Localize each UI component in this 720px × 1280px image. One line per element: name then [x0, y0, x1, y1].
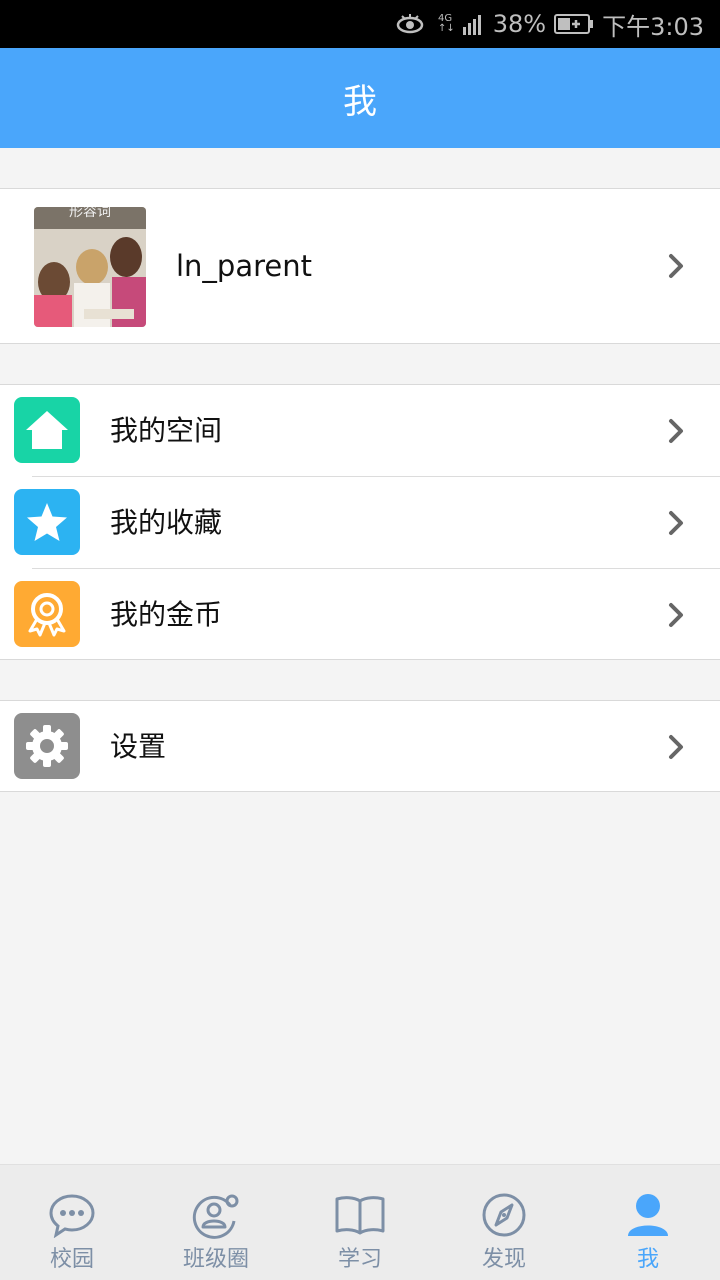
nav-item-study[interactable]: 学习: [288, 1165, 432, 1280]
house-icon: [14, 397, 80, 463]
eye-icon: [396, 13, 424, 35]
bottom-nav: 校园 班级圈 学习 发现 我: [0, 1164, 720, 1280]
clock: 下午3:03: [602, 12, 704, 41]
chat-bubble-icon: [46, 1191, 98, 1239]
username: ln_parent: [176, 249, 312, 283]
avatar-caption: 形容词: [69, 207, 111, 220]
status-bar: 4G ↑↓ 38% 下午3:03: [0, 0, 720, 48]
nav-label: 校园: [49, 1247, 94, 1272]
settings-label: 设置: [110, 730, 167, 763]
my-space-label: 我的空间: [110, 414, 223, 447]
settings-row[interactable]: 设置: [0, 701, 720, 793]
profile-row[interactable]: 形容词 ln_parent: [0, 188, 720, 344]
app-header: 我: [0, 48, 720, 148]
book-icon: [334, 1191, 386, 1239]
chevron-right-icon: [669, 511, 683, 535]
my-coins-label: 我的金币: [110, 598, 223, 631]
battery-percent: 38%: [492, 10, 547, 38]
my-favorites-label: 我的收藏: [110, 506, 223, 539]
nav-item-discover[interactable]: 发现: [432, 1165, 576, 1280]
my-favorites-row[interactable]: 我的收藏: [0, 477, 720, 569]
battery-icon: [554, 13, 594, 35]
chevron-right-icon: [669, 735, 683, 759]
nav-item-class-circle[interactable]: 班级圈: [144, 1165, 288, 1280]
compass-icon: [478, 1191, 530, 1239]
nav-label: 班级圈: [182, 1247, 249, 1272]
chevron-right-icon: [669, 603, 683, 627]
nav-label: 我: [636, 1247, 659, 1272]
page-title: 我: [343, 81, 377, 122]
nav-label: 发现: [481, 1247, 526, 1272]
nav-label: 学习: [337, 1247, 382, 1272]
person-icon: [622, 1191, 674, 1239]
my-coins-row[interactable]: 我的金币: [0, 569, 720, 661]
chevron-right-icon: [669, 254, 683, 278]
my-space-row[interactable]: 我的空间: [0, 385, 720, 477]
nav-item-campus[interactable]: 校园: [0, 1165, 144, 1280]
settings-group: 设置: [0, 700, 720, 792]
chevron-right-icon: [669, 419, 683, 443]
nav-item-me[interactable]: 我: [576, 1165, 720, 1280]
menu-group: 我的空间 我的收藏 我的金币: [0, 384, 720, 660]
medal-icon: [14, 581, 80, 647]
signal-icon: [462, 13, 485, 35]
avatar: 形容词: [34, 207, 146, 327]
gear-icon: [14, 713, 80, 779]
network-type: 4G ↑↓: [437, 13, 455, 34]
star-icon: [14, 489, 80, 555]
group-circle-icon: [190, 1191, 242, 1239]
